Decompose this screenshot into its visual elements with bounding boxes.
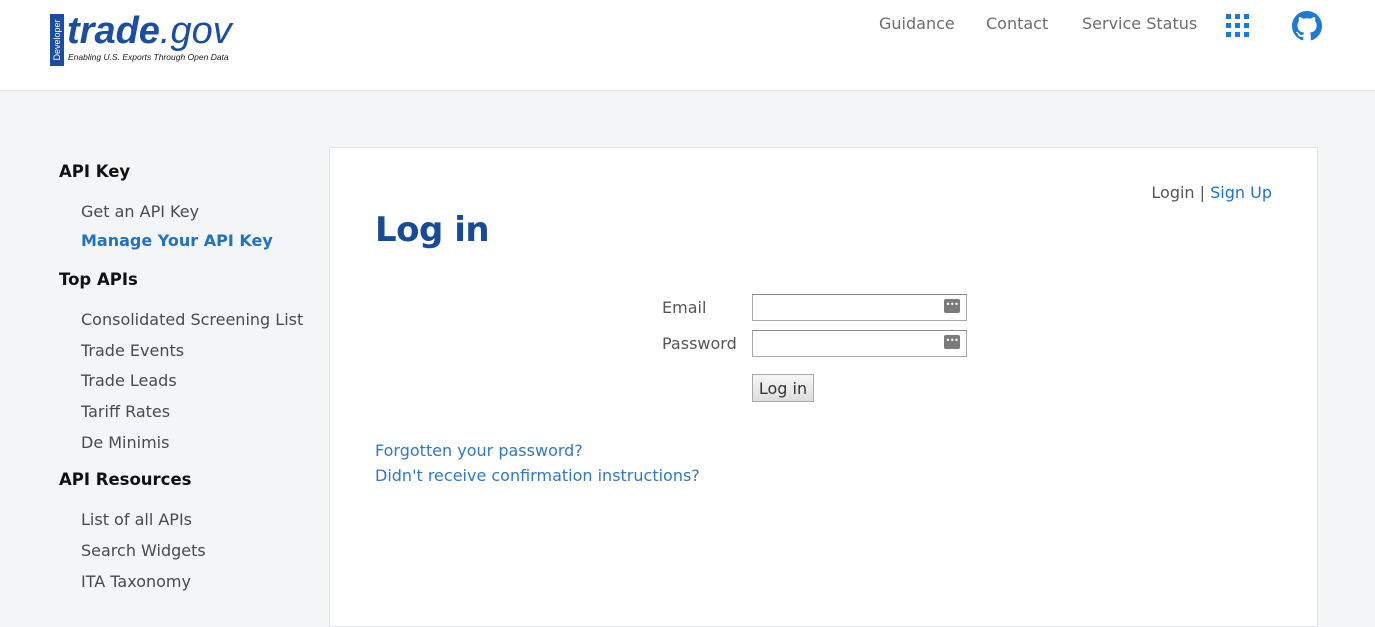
signup-link[interactable]: Sign Up [1210,183,1272,202]
auth-login-text: Login [1151,183,1195,202]
forgot-password-link[interactable]: Forgotten your password? [375,441,583,460]
grid-icon[interactable] [1226,14,1249,37]
password-manager-icon[interactable]: ••• [944,335,960,349]
logo-wordmark-bold: trade [67,10,160,52]
sidebar-item-trade-leads[interactable]: Trade Leads [81,371,177,390]
auth-separator: | [1199,183,1206,202]
nav-guidance[interactable]: Guidance [879,12,955,36]
logo-wordmark: trade.gov [67,8,232,54]
sidebar-heading-api-key: API Key [59,162,131,181]
sidebar-item-search-widgets[interactable]: Search Widgets [81,541,206,560]
sidebar-item-manage-api-key[interactable]: Manage Your API Key [81,231,273,250]
sidebar-item-consolidated-screening-list[interactable]: Consolidated Screening List [81,310,303,329]
password-field[interactable]: ••• [752,330,967,357]
resend-confirmation-link[interactable]: Didn't receive confirmation instructions… [375,466,700,485]
page-title: Log in [375,210,490,250]
password-label: Password [662,334,737,353]
email-field[interactable]: ••• [752,294,967,321]
email-label: Email [662,298,707,317]
logo-badge: Developer [50,14,64,66]
sidebar-heading-api-resources: API Resources [59,470,192,489]
github-icon[interactable] [1292,11,1322,41]
site-header: Developer trade.gov Enabling U.S. Export… [0,0,1375,91]
site-logo[interactable]: Developer trade.gov Enabling U.S. Export… [50,10,250,69]
logo-badge-text: Developer [52,19,62,61]
sidebar-item-list-of-all-apis[interactable]: List of all APIs [81,510,192,529]
sidebar-item-tariff-rates[interactable]: Tariff Rates [81,402,170,421]
sidebar-heading-top-apis: Top APIs [59,270,138,289]
sidebar-item-trade-events[interactable]: Trade Events [81,341,184,360]
sidebar-item-de-minimis[interactable]: De Minimis [81,433,169,452]
nav-service-status[interactable]: Service Status [1082,12,1197,36]
logo-tagline: Enabling U.S. Exports Through Open Data [68,52,229,62]
sidebar-item-ita-taxonomy[interactable]: ITA Taxonomy [81,572,191,591]
sidebar-item-get-api-key[interactable]: Get an API Key [81,202,199,221]
login-panel: Login | Sign Up Log in Email ••• Passwor… [329,147,1318,627]
auth-links: Login | Sign Up [1151,183,1272,202]
login-button[interactable]: Log in [752,374,814,402]
nav-contact[interactable]: Contact [986,12,1048,36]
logo-wordmark-rest: .gov [159,10,232,52]
password-manager-icon[interactable]: ••• [944,299,960,313]
